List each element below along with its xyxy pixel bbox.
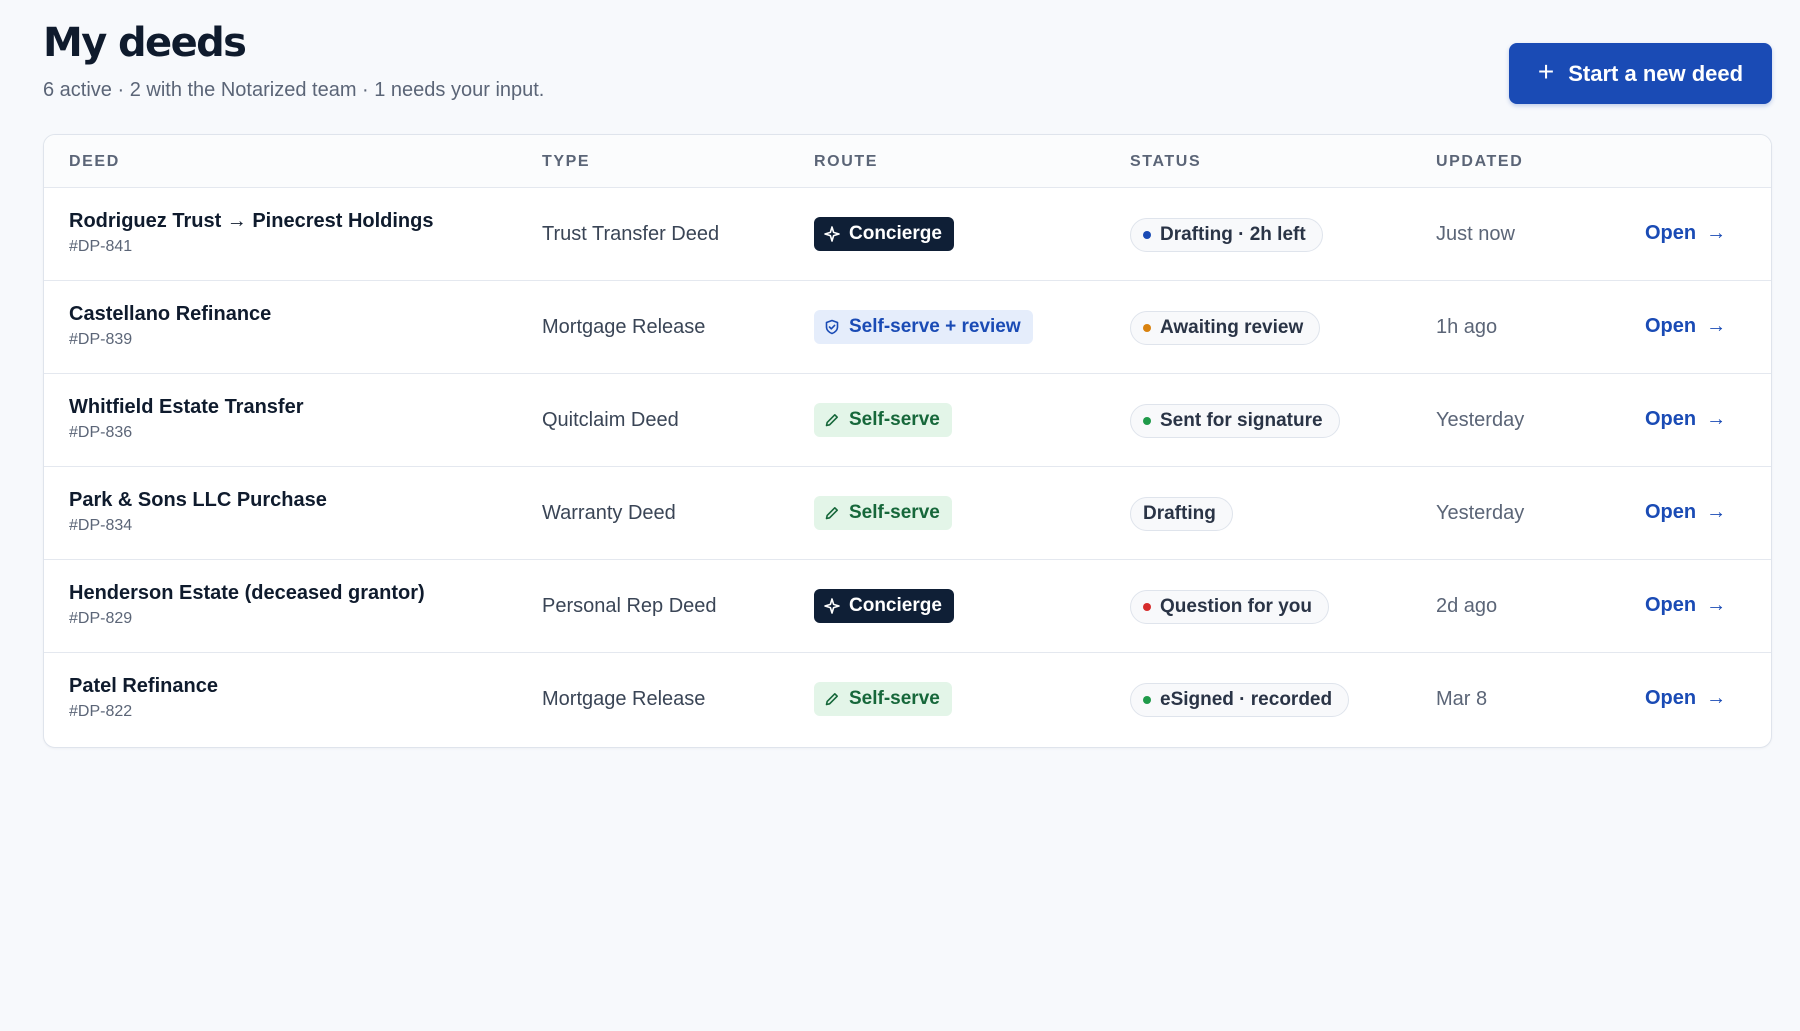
route-label: Self-serve: [849, 409, 940, 430]
start-new-deed-button[interactable]: + Start a new deed: [1509, 43, 1772, 104]
shield-icon: [824, 319, 840, 335]
open-deed-link[interactable]: Open →: [1645, 501, 1726, 524]
arrow-right-icon: →: [1706, 501, 1727, 523]
deed-type: Mortgage Release: [542, 316, 706, 338]
status-label: Question for you: [1160, 596, 1312, 617]
deed-id: #DP-829: [69, 610, 133, 627]
updated-time: Yesterday: [1436, 502, 1525, 524]
sparkle-icon: [824, 598, 840, 614]
status-dot: [1143, 324, 1151, 332]
status-label: Sent for signature: [1160, 410, 1323, 431]
deed-name: Whitfield Estate Transfer: [69, 396, 304, 418]
updated-time: Just now: [1436, 223, 1515, 245]
open-deed-link[interactable]: Open →: [1645, 594, 1726, 617]
open-label: Open: [1645, 594, 1697, 616]
table-body: Rodriguez Trust → Pinecrest Holdings #DP…: [44, 188, 1771, 746]
column-header-status: STATUS: [1130, 153, 1202, 170]
deed-type: Trust Transfer Deed: [542, 223, 720, 245]
arrow-right-icon: →: [1706, 687, 1727, 709]
deed-type: Personal Rep Deed: [542, 595, 717, 617]
deed-id: #DP-841: [69, 238, 133, 255]
table-row: Park & Sons LLC Purchase #DP-834 Warrant…: [44, 467, 1771, 560]
open-label: Open: [1645, 687, 1697, 709]
status-dot: [1143, 417, 1151, 425]
arrow-right-icon: →: [1706, 222, 1727, 244]
deed-name: Castellano Refinance: [69, 303, 272, 325]
open-deed-link[interactable]: Open →: [1645, 222, 1726, 245]
column-header-deed: DEED: [69, 153, 120, 170]
status-badge: eSigned · recorded: [1130, 683, 1350, 717]
arrow-right-icon: →: [1706, 315, 1727, 337]
deed-type: Warranty Deed: [542, 502, 676, 524]
deed-name: Patel Refinance: [69, 675, 218, 697]
open-label: Open: [1645, 501, 1697, 523]
deeds-table: DEED TYPE ROUTE STATUS UPDATED Rodriguez…: [43, 134, 1772, 748]
route-badge: Self-serve: [814, 682, 952, 716]
updated-time: 2d ago: [1436, 595, 1498, 617]
deed-name: Park & Sons LLC Purchase: [69, 489, 327, 511]
route-label: Concierge: [849, 223, 942, 244]
status-dot: [1143, 231, 1151, 239]
status-badge: Sent for signature: [1130, 404, 1340, 438]
open-deed-link[interactable]: Open →: [1645, 408, 1726, 431]
status-badge: Awaiting review: [1130, 311, 1321, 345]
column-header-updated: UPDATED: [1436, 153, 1524, 170]
status-badge: Drafting · 2h left: [1130, 218, 1323, 252]
page-header: My deeds 6 active · 2 with the Notarized…: [43, 18, 1772, 118]
pencil-icon: [824, 505, 840, 521]
arrow-right-icon: →: [1706, 594, 1727, 616]
route-label: Self-serve: [849, 502, 940, 523]
route-badge: Self-serve + review: [814, 310, 1033, 344]
deed-name: Rodriguez Trust → Pinecrest Holdings: [69, 210, 434, 232]
deed-type: Quitclaim Deed: [542, 409, 679, 431]
deed-id: #DP-836: [69, 424, 133, 441]
deed-name: Henderson Estate (deceased grantor): [69, 582, 425, 604]
table-row: Whitfield Estate Transfer #DP-836 Quitcl…: [44, 374, 1771, 467]
deed-type: Mortgage Release: [542, 688, 706, 710]
table-row: Patel Refinance #DP-822 Mortgage Release…: [44, 653, 1771, 746]
deed-id: #DP-834: [69, 517, 133, 534]
route-badge: Self-serve: [814, 403, 952, 437]
table-header: DEED TYPE ROUTE STATUS UPDATED: [44, 135, 1771, 188]
deed-id: #DP-839: [69, 331, 133, 348]
column-header-route: ROUTE: [814, 153, 878, 170]
pencil-icon: [824, 691, 840, 707]
sparkle-icon: [824, 226, 840, 242]
route-label: Self-serve + review: [849, 316, 1021, 337]
route-label: Concierge: [849, 595, 942, 616]
status-dot: [1143, 603, 1151, 611]
plus-icon: +: [1537, 56, 1555, 87]
status-badge: Question for you: [1130, 590, 1329, 624]
updated-time: 1h ago: [1436, 316, 1498, 338]
table-row: Castellano Refinance #DP-839 Mortgage Re…: [44, 281, 1771, 374]
route-badge: Concierge: [814, 217, 954, 251]
status-dot: [1143, 696, 1151, 704]
page-title: My deeds: [43, 20, 247, 66]
updated-time: Mar 8: [1436, 688, 1488, 710]
deed-id: #DP-822: [69, 703, 133, 720]
page-subtitle: 6 active · 2 with the Notarized team · 1…: [43, 79, 545, 101]
route-badge: Concierge: [814, 589, 954, 623]
updated-time: Yesterday: [1436, 409, 1525, 431]
status-label: eSigned · recorded: [1160, 689, 1333, 710]
status-label: Awaiting review: [1160, 317, 1304, 338]
table-row: Henderson Estate (deceased grantor) #DP-…: [44, 560, 1771, 653]
open-label: Open: [1645, 315, 1697, 337]
column-header-type: TYPE: [542, 153, 591, 170]
start-new-deed-label: Start a new deed: [1568, 60, 1744, 86]
status-label: Drafting: [1143, 503, 1216, 524]
arrow-right-icon: →: [1706, 408, 1727, 430]
open-label: Open: [1645, 408, 1697, 430]
route-badge: Self-serve: [814, 496, 952, 530]
pencil-icon: [824, 412, 840, 428]
route-label: Self-serve: [849, 688, 940, 709]
open-deed-link[interactable]: Open →: [1645, 315, 1726, 338]
open-deed-link[interactable]: Open →: [1645, 687, 1726, 710]
table-row: Rodriguez Trust → Pinecrest Holdings #DP…: [44, 188, 1771, 281]
open-label: Open: [1645, 222, 1697, 244]
status-label: Drafting · 2h left: [1160, 224, 1306, 245]
status-badge: Drafting: [1130, 497, 1233, 531]
